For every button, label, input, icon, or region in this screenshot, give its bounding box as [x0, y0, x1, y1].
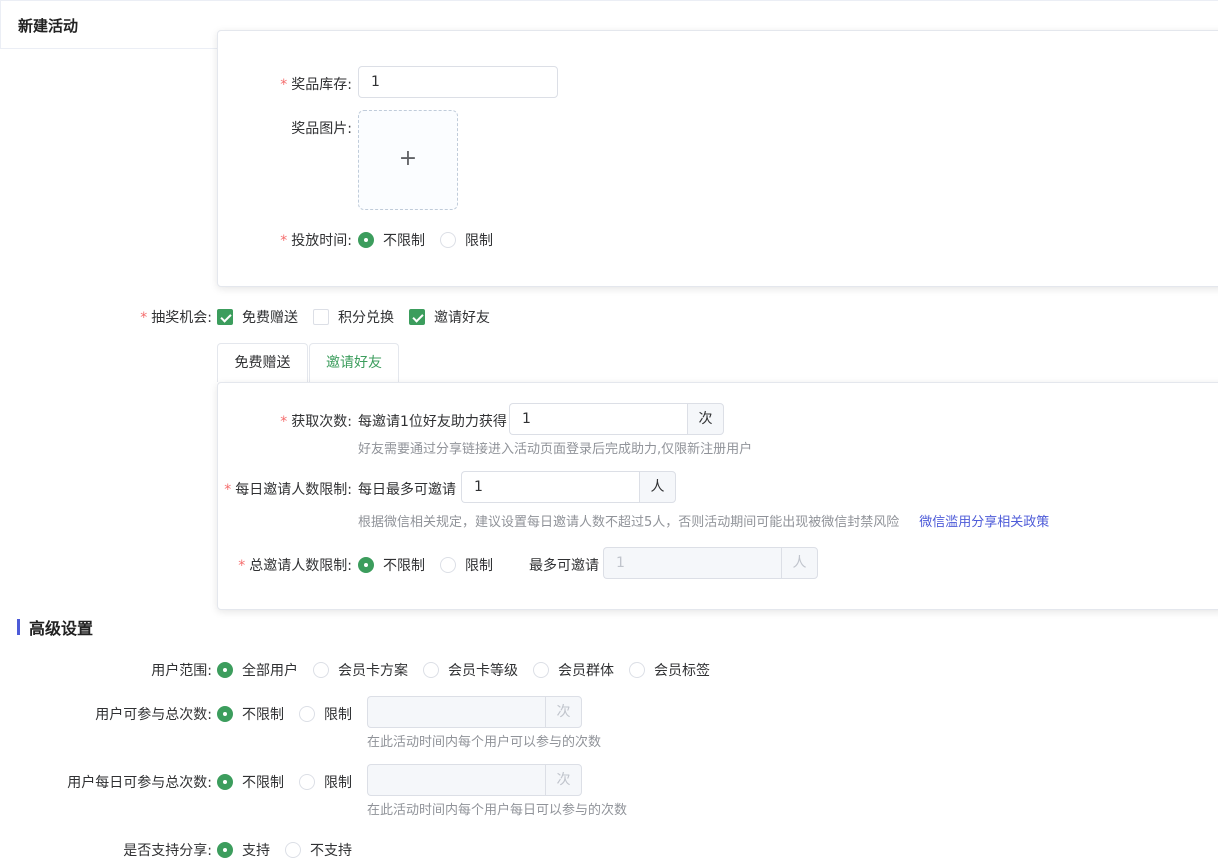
total-join-hint: 在此活动时间内每个用户可以参与的次数 — [367, 735, 602, 750]
stock-label: * 奖品库存: — [280, 77, 352, 93]
image-upload[interactable]: + — [358, 110, 458, 210]
lottery-label: * 抽奖机会: — [140, 310, 212, 326]
daily-join-hint: 在此活动时间内每个用户每日可以参与的次数 — [367, 803, 628, 818]
share-label: 是否支持分享: — [123, 843, 212, 859]
total-limited-radio[interactable]: 限制 — [440, 555, 493, 575]
share-no-radio[interactable]: 不支持 — [285, 840, 352, 860]
daily-invite-label: * 每日邀请人数限制: — [224, 482, 352, 498]
plus-icon: + — [398, 146, 418, 171]
total-join-input[interactable]: 次 — [367, 696, 582, 728]
scope-tag-radio[interactable]: 会员标签 — [629, 660, 710, 680]
scope-card-level-radio[interactable]: 会员卡等级 — [423, 660, 518, 680]
radio-icon — [313, 662, 329, 678]
share-yes-radio[interactable]: 支持 — [217, 840, 270, 860]
scope-card-plan-radio[interactable]: 会员卡方案 — [313, 660, 408, 680]
image-label: 奖品图片: — [291, 121, 352, 137]
daily-invite-input[interactable]: 1 人 — [461, 471, 676, 503]
radio-icon — [533, 662, 549, 678]
radio-icon — [299, 774, 315, 790]
total-invite-label: * 总邀请人数限制: — [238, 558, 352, 574]
daily-join-limited-radio[interactable]: 限制 — [299, 772, 352, 792]
time-unlimited-radio[interactable]: 不限制 — [358, 230, 425, 250]
checkbox-checked-icon — [409, 309, 425, 325]
advanced-section-title: 高级设置 — [17, 615, 93, 639]
lottery-free-checkbox[interactable]: 免费赠送 — [217, 307, 298, 327]
radio-icon — [440, 557, 456, 573]
page-title: 新建活动 — [18, 17, 79, 35]
radio-icon — [299, 706, 315, 722]
section-bar — [17, 619, 20, 635]
time-limited-radio[interactable]: 限制 — [440, 230, 493, 250]
lottery-points-checkbox[interactable]: 积分兑换 — [313, 307, 394, 327]
radio-checked-icon — [217, 842, 233, 858]
tab-invite-friends[interactable]: 邀请好友 — [309, 343, 399, 383]
time-label: * 投放时间: — [280, 233, 352, 249]
get-count-input[interactable]: 1 次 — [509, 403, 724, 435]
tab-free-gift[interactable]: 免费赠送 — [217, 343, 308, 382]
get-count-hint: 好友需要通过分享链接进入活动页面登录后完成助力,仅限新注册用户 — [358, 442, 753, 457]
radio-checked-icon — [217, 662, 233, 678]
daily-invite-hint: 根据微信相关规定，建议设置每日邀请人数不超过5人，否则活动期间可能出现被微信封禁… — [358, 515, 1050, 530]
total-max-input[interactable]: 1 人 — [603, 547, 818, 579]
scope-label: 用户范围: — [151, 663, 212, 679]
lottery-invite-checkbox[interactable]: 邀请好友 — [409, 307, 490, 327]
scope-all-radio[interactable]: 全部用户 — [217, 660, 298, 680]
total-join-limited-radio[interactable]: 限制 — [299, 704, 352, 724]
daily-join-unlimited-radio[interactable]: 不限制 — [217, 772, 284, 792]
checkbox-checked-icon — [217, 309, 233, 325]
checkbox-icon — [313, 309, 329, 325]
daily-join-label: 用户每日可参与总次数: — [67, 775, 212, 791]
total-unlimited-radio[interactable]: 不限制 — [358, 555, 425, 575]
daily-join-input[interactable]: 次 — [367, 764, 582, 796]
total-join-label: 用户可参与总次数: — [95, 707, 212, 723]
stock-input[interactable]: 1 — [358, 66, 558, 98]
get-count-label: * 获取次数: — [280, 414, 352, 430]
radio-icon — [629, 662, 645, 678]
get-count-prefix: 每邀请1位好友助力获得 — [358, 414, 507, 430]
radio-checked-icon — [217, 774, 233, 790]
radio-checked-icon — [358, 557, 374, 573]
total-max-label: 最多可邀请 — [529, 558, 599, 574]
policy-link[interactable]: 微信滥用分享相关政策 — [919, 515, 1049, 530]
radio-icon — [440, 232, 456, 248]
radio-checked-icon — [217, 706, 233, 722]
radio-icon — [285, 842, 301, 858]
radio-icon — [423, 662, 439, 678]
scope-group-radio[interactable]: 会员群体 — [533, 660, 614, 680]
total-join-unlimited-radio[interactable]: 不限制 — [217, 704, 284, 724]
radio-checked-icon — [358, 232, 374, 248]
daily-invite-prefix: 每日最多可邀请 — [358, 482, 456, 498]
